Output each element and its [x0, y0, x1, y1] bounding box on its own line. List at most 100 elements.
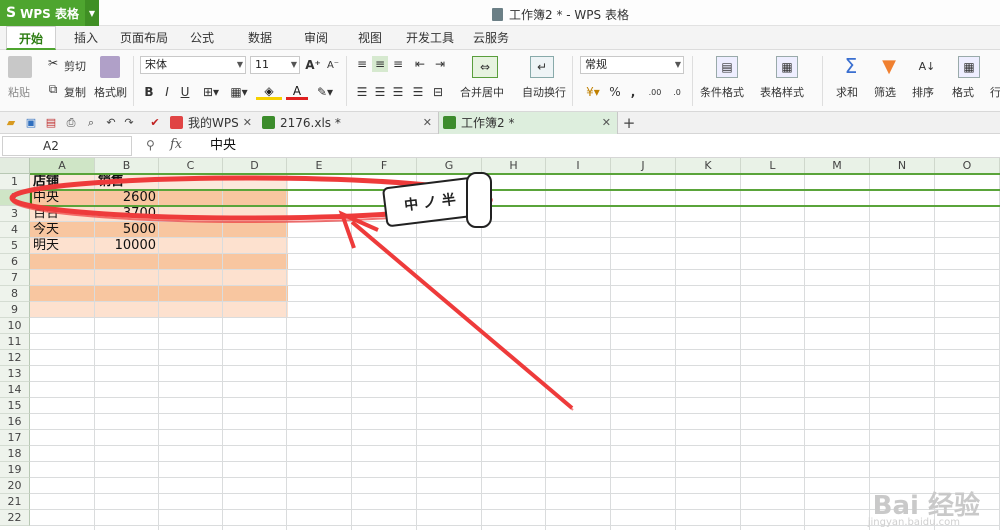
sort-icon[interactable]: A↓ [918, 54, 936, 78]
copy-button[interactable]: 复制 [64, 84, 86, 100]
pattern-icon[interactable]: ▦▾ [226, 84, 252, 100]
tab-page-layout[interactable]: 页面布局 [116, 26, 172, 50]
window-title-text: 工作簿2 * - WPS 表格 [509, 8, 629, 22]
filter-button[interactable]: 筛选 [874, 84, 896, 100]
tab-home[interactable]: 开始 [6, 26, 56, 50]
copy-icon: ⧉ [48, 81, 58, 96]
increase-font-icon[interactable]: A⁺ [305, 56, 321, 74]
print-preview-icon[interactable]: ⌕ [84, 116, 98, 130]
sticker-text: 中 ノ 半 [403, 191, 457, 215]
fill-color-icon[interactable]: ◈ [256, 84, 282, 100]
table-style-icon[interactable]: ▦ [776, 56, 798, 78]
save-icon[interactable]: ▣ [24, 116, 38, 130]
undo-icon[interactable]: ↶ [104, 116, 118, 130]
divider [822, 56, 823, 106]
merge-center-button[interactable]: 合并居中 [460, 84, 504, 100]
font-name-select[interactable]: 宋体 ▼ [140, 56, 246, 74]
format-button[interactable]: 格式 [952, 84, 974, 100]
table-style-button[interactable]: 表格样式 [760, 84, 804, 100]
sticker-figure [466, 172, 492, 228]
arrow-shaft-stroke [355, 223, 574, 411]
merge-center-icon[interactable]: ⇔ [472, 56, 498, 78]
wrap-text-icon[interactable]: ↵ [530, 56, 554, 78]
number-format-select[interactable]: 常规 ▼ [580, 56, 684, 74]
row-col-button[interactable]: 行 [990, 84, 1000, 100]
divider [133, 56, 134, 106]
open-icon[interactable]: ▰ [4, 116, 18, 130]
chevron-down-icon[interactable]: ▼ [85, 0, 99, 26]
document-icon [492, 8, 503, 21]
zoom-icon[interactable]: ⚲ [146, 138, 155, 152]
sum-button[interactable]: 求和 [836, 84, 858, 100]
tab-view[interactable]: 视图 [350, 26, 390, 50]
conditional-format-icon[interactable]: ▤ [716, 56, 738, 78]
app-menu-button[interactable]: S WPS 表格 ▼ [0, 0, 99, 26]
currency-icon[interactable]: ¥▾ [582, 84, 604, 100]
italic-icon[interactable]: I [160, 84, 174, 100]
close-icon[interactable]: ✕ [243, 112, 252, 134]
decrease-font-icon[interactable]: A⁻ [326, 56, 340, 74]
tab-insert[interactable]: 插入 [66, 26, 106, 50]
wps-icon [170, 116, 183, 129]
doc-tab-2176[interactable]: 2176.xls * ✕ [258, 112, 438, 134]
redo-icon[interactable]: ↷ [122, 116, 136, 130]
align-right-icon[interactable]: ☰ [390, 84, 406, 100]
justify-icon[interactable]: ☰ [410, 84, 426, 100]
doc-tab-mywps[interactable]: 我的WPS ✕ [166, 112, 258, 134]
bold-icon[interactable]: B [142, 84, 156, 100]
format-painter-button[interactable]: 格式刷 [94, 84, 127, 100]
indent-increase-icon[interactable]: ⇥ [432, 56, 448, 72]
paste-icon[interactable] [8, 56, 32, 78]
percent-icon[interactable]: % [608, 84, 622, 100]
close-icon[interactable]: ✕ [423, 112, 432, 134]
watermark-url: jingyan.baidu.com [867, 517, 960, 528]
font-size-select[interactable]: 11 ▼ [250, 56, 300, 74]
wps-window: S WPS 表格 ▼ 工作簿2 * - WPS 表格 开始 插入 页面布局 公式… [0, 0, 1000, 530]
filter-icon[interactable]: ▼ [878, 54, 900, 78]
close-icon[interactable]: ✕ [602, 112, 611, 134]
align-center-icon[interactable]: ☰ [372, 84, 388, 100]
cut-button[interactable]: 剪切 [64, 58, 86, 74]
underline-icon[interactable]: U [178, 84, 192, 100]
function-icon[interactable]: fx [170, 137, 182, 152]
export-pdf-icon[interactable]: ▤ [44, 116, 58, 130]
new-tab-icon[interactable]: + [622, 116, 636, 131]
clear-format-icon[interactable]: ✎▾ [314, 84, 336, 100]
tab-formulas[interactable]: 公式 [182, 26, 222, 50]
wrap-text-button[interactable]: 自动换行 [522, 84, 566, 100]
scissors-icon: ✂ [47, 56, 59, 70]
align-bottom-icon[interactable]: ≡ [390, 56, 406, 72]
name-box[interactable]: A2 [2, 136, 132, 156]
tab-data[interactable]: 数据 [240, 26, 280, 50]
increase-decimal-icon[interactable]: .00 [646, 82, 664, 102]
print-icon[interactable]: ⎙ [64, 116, 78, 130]
align-middle-icon[interactable]: ≡ [372, 56, 388, 72]
ribbon-home: 粘贴 ✂ 剪切 ⧉ 复制 格式刷 宋体 ▼ 11 ▼ A⁺ A⁻ B I U ⊞▾ … [0, 50, 1000, 112]
number-format-value: 常规 [585, 58, 607, 71]
app-menu-label: WPS 表格 [20, 6, 79, 21]
tab-developer[interactable]: 开发工具 [402, 26, 458, 50]
conditional-format-button[interactable]: 条件格式 [700, 84, 744, 100]
doc-tab-workbook2[interactable]: 工作簿2 * ✕ [438, 112, 618, 134]
formula-input[interactable]: 中央 [200, 136, 998, 156]
formula-bar: A2 ⚲ fx 中央 [0, 134, 1000, 158]
format-icon[interactable]: ▦ [958, 56, 980, 78]
divider [346, 56, 347, 106]
distribute-icon[interactable]: ⊟ [430, 84, 446, 100]
decrease-decimal-icon[interactable]: .0 [668, 82, 686, 102]
align-top-icon[interactable]: ≡ [354, 56, 370, 72]
window-title: 工作簿2 * - WPS 表格 [492, 6, 629, 23]
sum-icon[interactable]: Σ [840, 54, 862, 78]
worksheet-grid[interactable]: ABCDEFGHIJKLMNO 1 2 3 4 5 6 7 8 9 10 11 12 13 14 15 16 1… [0, 158, 1000, 530]
thousands-icon[interactable]: , [626, 84, 640, 100]
customize-icon[interactable]: ✔ [148, 116, 162, 130]
tab-review[interactable]: 审阅 [296, 26, 336, 50]
sort-button[interactable]: 排序 [912, 84, 934, 100]
paste-button[interactable]: 粘贴 [8, 84, 30, 100]
divider [572, 56, 573, 106]
tab-cloud[interactable]: 云服务 [466, 26, 516, 50]
indent-decrease-icon[interactable]: ⇤ [412, 56, 428, 72]
font-color-icon[interactable]: A [286, 84, 308, 100]
align-left-icon[interactable]: ☰ [354, 84, 370, 100]
border-icon[interactable]: ⊞▾ [198, 84, 224, 100]
